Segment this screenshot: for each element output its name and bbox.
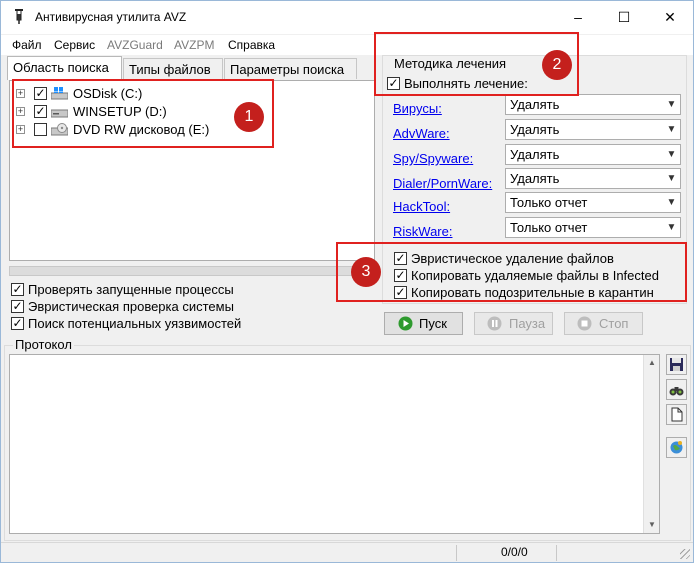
play-icon	[398, 316, 413, 331]
heuristic-check-checkbox[interactable]: ✓	[11, 300, 24, 313]
menu-service[interactable]: Сервис	[54, 38, 95, 52]
pause-icon	[487, 316, 502, 331]
heuristic-check-label: Эвристическая проверка системы	[28, 299, 234, 314]
start-button[interactable]: Пуск	[384, 312, 463, 335]
resize-grip-icon[interactable]	[680, 549, 690, 559]
status-bar: 0/0/0	[1, 542, 693, 562]
viruses-link[interactable]: Вирусы:	[393, 101, 442, 116]
stop-button[interactable]: Стоп	[564, 312, 643, 335]
document-icon	[671, 407, 683, 422]
hacktool-link[interactable]: HackTool:	[393, 199, 450, 214]
annotation-badge-2: 2	[542, 50, 572, 80]
scroll-down-icon[interactable]: ▼	[644, 517, 660, 533]
floppy-disk-icon	[670, 358, 683, 371]
binoculars-icon	[669, 387, 684, 396]
riskware-action-select[interactable]: Только отчет ▼	[505, 217, 681, 238]
annotation-badge-1: 1	[234, 102, 264, 132]
tab-search-params[interactable]: Параметры поиска	[224, 58, 357, 79]
chevron-down-icon[interactable]: ▼	[663, 218, 680, 237]
script-button[interactable]	[666, 437, 687, 458]
stop-label: Стоп	[599, 316, 629, 331]
spyware-link[interactable]: Spy/Spyware:	[393, 151, 473, 166]
tab-file-types[interactable]: Типы файлов	[123, 58, 223, 79]
protocol-title: Протокол	[13, 337, 74, 352]
protocol-scrollbar[interactable]: ▲ ▼	[643, 355, 659, 533]
status-counter: 0/0/0	[501, 545, 528, 559]
tab-search-area[interactable]: Область поиска	[7, 56, 122, 80]
dialer-link[interactable]: Dialer/PornWare:	[393, 176, 492, 191]
chevron-down-icon[interactable]: ▼	[663, 169, 680, 188]
protocol-log[interactable]: ▲ ▼	[9, 354, 660, 534]
check-processes-label: Проверять запущенные процессы	[28, 282, 234, 297]
clear-log-button[interactable]	[666, 404, 687, 425]
menu-help[interactable]: Справка	[228, 38, 275, 52]
maximize-button[interactable]: ☐	[601, 1, 647, 34]
check-processes-checkbox[interactable]: ✓	[11, 283, 24, 296]
start-label: Пуск	[419, 316, 447, 331]
minimize-button[interactable]: –	[555, 1, 601, 34]
viruses-action-select[interactable]: Удалять ▼	[505, 94, 681, 115]
globe-icon	[670, 441, 683, 454]
hacktool-action-value: Только отчет	[510, 195, 588, 210]
stop-icon	[577, 316, 592, 331]
riskware-action-value: Только отчет	[510, 220, 588, 235]
spyware-action-select[interactable]: Удалять ▼	[505, 144, 681, 165]
title-bar: Антивирусная утилита AVZ – ☐ ✕	[1, 1, 693, 34]
window-title: Антивирусная утилита AVZ	[35, 10, 187, 24]
scroll-up-icon[interactable]: ▲	[644, 355, 660, 371]
annotation-badge-3: 3	[351, 257, 381, 287]
save-log-button[interactable]	[666, 354, 687, 375]
spyware-action-value: Удалять	[510, 147, 560, 162]
menu-avzguard[interactable]: AVZGuard	[107, 38, 163, 52]
menu-avzpm[interactable]: AVZPM	[174, 38, 214, 52]
status-divider	[456, 545, 457, 561]
annotation-box-3	[336, 242, 687, 302]
close-button[interactable]: ✕	[647, 1, 693, 34]
riskware-link[interactable]: RiskWare:	[393, 224, 452, 239]
menu-file[interactable]: Файл	[12, 38, 42, 52]
viruses-action-value: Удалять	[510, 97, 560, 112]
chevron-down-icon[interactable]: ▼	[663, 95, 680, 114]
chevron-down-icon[interactable]: ▼	[663, 193, 680, 212]
chevron-down-icon[interactable]: ▼	[663, 145, 680, 164]
vulnerability-search-checkbox[interactable]: ✓	[11, 317, 24, 330]
tree-horizontal-scrollbar[interactable]	[9, 266, 375, 276]
menu-bar: Файл Сервис AVZGuard AVZPM Справка	[1, 35, 693, 55]
advware-action-select[interactable]: Удалять ▼	[505, 119, 681, 140]
chevron-down-icon[interactable]: ▼	[663, 120, 680, 139]
advware-link[interactable]: AdvWare:	[393, 126, 450, 141]
pause-label: Пауза	[509, 316, 546, 331]
pause-button[interactable]: Пауза	[474, 312, 553, 335]
status-divider	[556, 545, 557, 561]
dialer-action-select[interactable]: Удалять ▼	[505, 168, 681, 189]
find-in-log-button[interactable]	[666, 379, 687, 400]
app-syringe-icon	[15, 9, 23, 24]
dialer-action-value: Удалять	[510, 171, 560, 186]
hacktool-action-select[interactable]: Только отчет ▼	[505, 192, 681, 213]
advware-action-value: Удалять	[510, 122, 560, 137]
vulnerability-search-label: Поиск потенциальных уязвимостей	[28, 316, 242, 331]
